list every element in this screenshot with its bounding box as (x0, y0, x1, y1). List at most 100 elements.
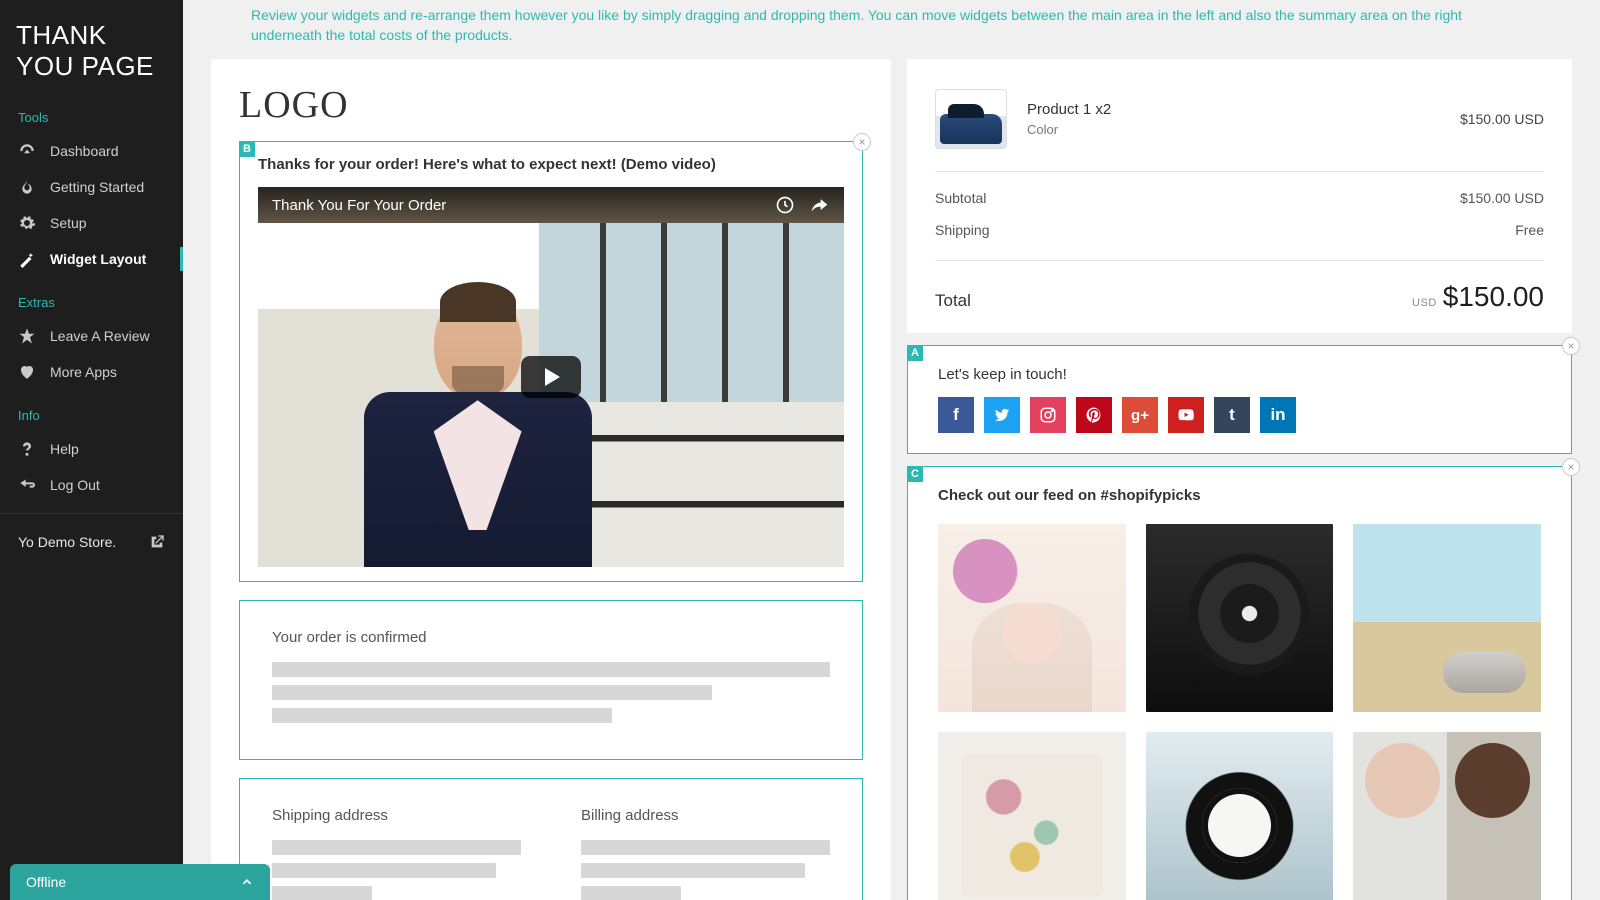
order-summary: Product 1 x2 Color $150.00 USD Subtotal … (907, 59, 1572, 333)
billing-address-label: Billing address (581, 807, 830, 824)
helper-text: Review your widgets and re-arrange them … (211, 0, 1572, 59)
feed-title: Check out our feed on #shopifypicks (938, 487, 1541, 504)
instagram-icon[interactable] (1030, 397, 1066, 433)
widget-social[interactable]: A × Let's keep in touch! f g+ t in (907, 345, 1572, 454)
app-brand: THANK YOU PAGE (0, 0, 183, 92)
pinterest-icon[interactable] (1076, 397, 1112, 433)
help-icon (18, 440, 36, 458)
placeholder-line (581, 840, 830, 855)
chevron-up-icon (240, 875, 254, 889)
social-title: Let's keep in touch! (938, 366, 1541, 383)
sidebar-section-tools: Tools (0, 92, 183, 133)
sidebar-label: Getting Started (50, 179, 144, 195)
offline-label: Offline (26, 874, 66, 890)
shipping-row: Shipping Free (935, 214, 1544, 246)
gear-icon (18, 214, 36, 232)
widget-tag: A (907, 345, 923, 361)
sidebar-item-setup[interactable]: Setup (0, 205, 183, 241)
sidebar-label: Help (50, 441, 79, 457)
total-row: Total USD$150.00 (935, 260, 1544, 313)
widget-close-button[interactable]: × (1562, 337, 1580, 355)
sidebar: THANK YOU PAGE Tools Dashboard Getting S… (0, 0, 183, 900)
placeholder-line (272, 685, 712, 700)
store-name: Yo Demo Store. (18, 534, 116, 550)
placeholder-line (272, 840, 521, 855)
sidebar-section-extras: Extras (0, 277, 183, 318)
external-link-icon (149, 534, 165, 550)
total-label: Total (935, 291, 971, 311)
product-attribute: Color (1027, 122, 1440, 137)
page-preview-card: LOGO B × Thanks for your order! Here's w… (211, 59, 891, 900)
logo-placeholder: LOGO (239, 83, 863, 127)
placeholder-line (272, 708, 612, 723)
youtube-icon[interactable] (1168, 397, 1204, 433)
widget-feed[interactable]: C × Check out our feed on #shopifypicks (907, 466, 1572, 900)
sidebar-label: More Apps (50, 364, 117, 380)
sidebar-label: Widget Layout (50, 251, 146, 267)
linkedin-icon[interactable]: in (1260, 397, 1296, 433)
sidebar-item-widget-layout[interactable]: Widget Layout (0, 241, 183, 277)
sidebar-label: Setup (50, 215, 87, 231)
placeholder-line (272, 863, 496, 878)
product-price: $150.00 USD (1460, 111, 1544, 127)
placeholder-line (272, 886, 372, 900)
feed-tile[interactable] (938, 524, 1126, 712)
widget-close-button[interactable]: × (1562, 458, 1580, 476)
facebook-icon[interactable]: f (938, 397, 974, 433)
play-icon (545, 368, 560, 386)
total-value: USD$150.00 (1412, 281, 1544, 313)
sidebar-item-getting-started[interactable]: Getting Started (0, 169, 183, 205)
subtotal-label: Subtotal (935, 190, 986, 206)
googleplus-icon[interactable]: g+ (1122, 397, 1158, 433)
sidebar-item-logout[interactable]: Log Out (0, 467, 183, 503)
gauge-icon (18, 142, 36, 160)
widget-addresses[interactable]: Shipping address Shipping method Billing… (239, 778, 863, 900)
back-arrow-icon (18, 476, 36, 494)
feed-tile[interactable] (1146, 732, 1334, 900)
watch-later-icon[interactable] (774, 194, 796, 216)
widget-title: Thanks for your order! Here's what to ex… (258, 156, 844, 173)
sidebar-item-more-apps[interactable]: More Apps (0, 354, 183, 390)
shipping-label: Shipping (935, 222, 990, 238)
shipping-value: Free (1515, 222, 1544, 238)
feed-tile[interactable] (938, 732, 1126, 900)
product-thumbnail (935, 89, 1007, 149)
tumblr-icon[interactable]: t (1214, 397, 1250, 433)
offline-status-pill[interactable]: Offline (10, 864, 270, 900)
widget-order-confirmed[interactable]: Your order is confirmed (239, 600, 863, 760)
placeholder-line (581, 863, 805, 878)
sidebar-item-review[interactable]: Leave A Review (0, 318, 183, 354)
sidebar-section-info: Info (0, 390, 183, 431)
placeholder-line (581, 886, 681, 900)
feed-grid (938, 524, 1541, 900)
video-titlebar: Thank You For Your Order (258, 187, 844, 223)
star-icon (18, 327, 36, 345)
store-link[interactable]: Yo Demo Store. (0, 513, 183, 570)
shipping-address-label: Shipping address (272, 807, 521, 824)
sidebar-label: Leave A Review (50, 328, 150, 344)
heart-icon (18, 363, 36, 381)
widget-tag: B (239, 141, 255, 157)
subtotal-row: Subtotal $150.00 USD (935, 171, 1544, 214)
wand-icon (18, 250, 36, 268)
feed-tile[interactable] (1353, 732, 1541, 900)
play-button[interactable] (521, 356, 581, 398)
sidebar-item-help[interactable]: Help (0, 431, 183, 467)
video-player[interactable]: Thank You For Your Order (258, 187, 844, 567)
feed-tile[interactable] (1146, 524, 1334, 712)
widget-tag: C (907, 466, 923, 482)
sidebar-item-dashboard[interactable]: Dashboard (0, 133, 183, 169)
main-content: Review your widgets and re-arrange them … (183, 0, 1600, 900)
share-icon[interactable] (808, 194, 830, 216)
subtotal-value: $150.00 USD (1460, 190, 1544, 206)
video-title: Thank You For Your Order (272, 197, 446, 214)
product-name: Product 1 x2 (1027, 101, 1440, 118)
twitter-icon[interactable] (984, 397, 1020, 433)
feed-tile[interactable] (1353, 524, 1541, 712)
sidebar-label: Log Out (50, 477, 100, 493)
product-row: Product 1 x2 Color $150.00 USD (935, 89, 1544, 149)
confirmed-title: Your order is confirmed (272, 629, 830, 646)
sidebar-label: Dashboard (50, 143, 119, 159)
widget-close-button[interactable]: × (853, 133, 871, 151)
widget-video[interactable]: B × Thanks for your order! Here's what t… (239, 141, 863, 582)
